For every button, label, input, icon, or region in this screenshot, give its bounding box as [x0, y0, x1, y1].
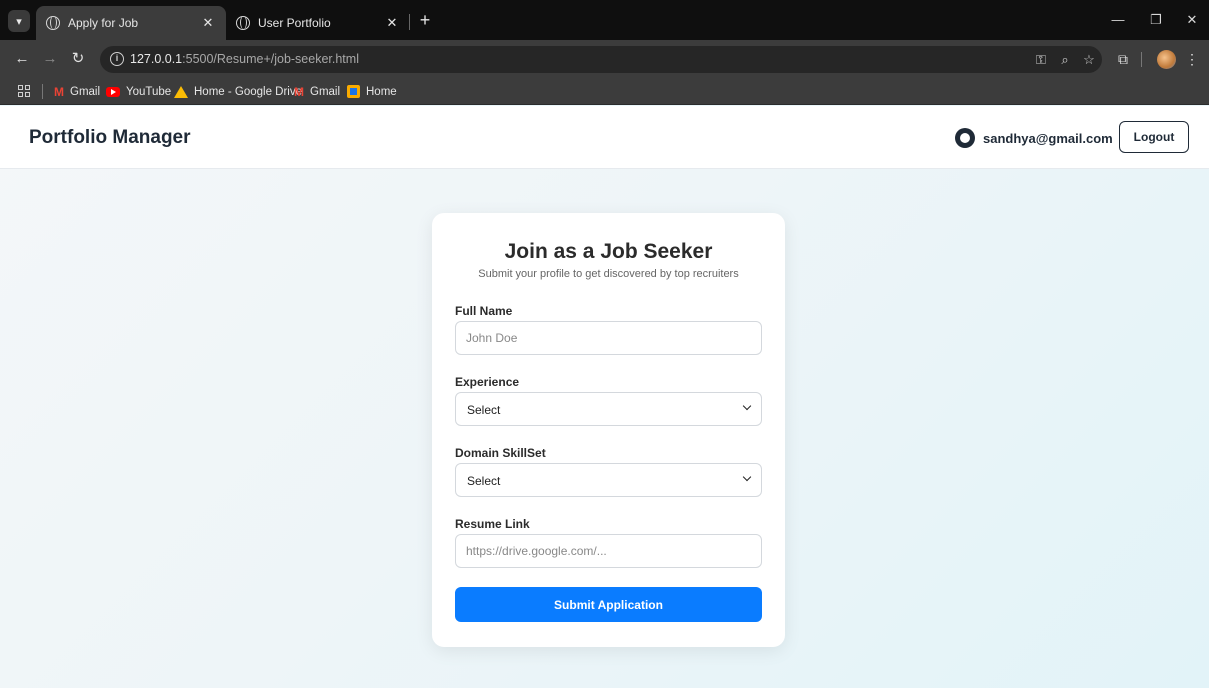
domain-skillset-selected: Select: [467, 474, 501, 488]
experience-select[interactable]: Select: [455, 392, 762, 426]
tab-divider: [409, 14, 410, 30]
bookmark-gmail-2[interactable]: M Gmail: [294, 83, 340, 100]
page-content: Portfolio Manager sandhya@gmail.com Logo…: [0, 106, 1209, 688]
restore-icon[interactable]: ❐: [1141, 8, 1171, 32]
full-name-input[interactable]: [455, 321, 762, 355]
user-icon: [955, 128, 975, 148]
profile-avatar[interactable]: [1157, 50, 1176, 69]
reload-icon[interactable]: ↻: [68, 49, 88, 69]
bookmark-google-drive[interactable]: Home - Google Drive: [174, 83, 302, 100]
site-navbar: Portfolio Manager sandhya@gmail.com Logo…: [0, 106, 1209, 169]
tab-search-icon[interactable]: ▾: [8, 10, 30, 32]
minimize-icon[interactable]: —: [1103, 8, 1133, 32]
resume-link-input[interactable]: [455, 534, 762, 568]
full-name-label: Full Name: [455, 304, 513, 318]
url-host: 127.0.0.1: [130, 52, 183, 66]
bookmarks-divider: [42, 84, 43, 99]
bookmark-star-icon[interactable]: ☆: [1080, 51, 1098, 69]
password-key-icon[interactable]: ⚿: [1032, 51, 1050, 69]
user-info: sandhya@gmail.com: [955, 128, 1113, 148]
close-icon[interactable]: ✕: [198, 15, 218, 31]
forward-icon[interactable]: →: [40, 49, 60, 69]
form-subtitle: Submit your profile to get discovered by…: [478, 268, 739, 280]
chevron-down-icon: [742, 472, 752, 482]
experience-label: Experience: [455, 375, 520, 389]
google-drive-icon: [174, 85, 188, 98]
url-text: 127.0.0.1:5500/Resume+/job-seeker.html: [130, 52, 359, 66]
experience-selected: Select: [467, 403, 501, 417]
extensions-icon[interactable]: ⧉: [1113, 49, 1133, 69]
resume-link-label: Resume Link: [455, 517, 530, 531]
bookmark-label: Gmail: [70, 85, 101, 98]
zoom-icon[interactable]: ⌕: [1056, 51, 1074, 69]
chevron-down-icon: [742, 401, 752, 411]
tab-apply-for-job[interactable]: Apply for Job ✕: [36, 6, 226, 40]
brand-title[interactable]: Portfolio Manager: [29, 127, 191, 149]
globe-icon: [46, 16, 60, 30]
domain-skillset-label: Domain SkillSet: [455, 446, 546, 460]
gmail-icon: M: [54, 84, 64, 99]
bookmarks-bar: M Gmail YouTube Home - Google Drive M Gm…: [0, 78, 1209, 105]
back-icon[interactable]: ←: [12, 49, 32, 69]
domain-skillset-select[interactable]: Select: [455, 463, 762, 497]
info-icon[interactable]: i: [110, 52, 124, 66]
url-path: :5500/Resume+/job-seeker.html: [182, 52, 359, 66]
address-bar[interactable]: i 127.0.0.1:5500/Resume+/job-seeker.html…: [100, 46, 1102, 73]
logout-button[interactable]: Logout: [1119, 121, 1189, 153]
user-email: sandhya@gmail.com: [983, 130, 1113, 146]
tab-title: User Portfolio: [258, 16, 331, 30]
bookmark-gmail[interactable]: M Gmail: [54, 83, 100, 100]
browser-tab-bar: ▾ Apply for Job ✕ User Portfolio ✕ + — ❐…: [0, 0, 1209, 40]
apps-grid-icon[interactable]: [18, 85, 30, 97]
toolbar-divider: [1141, 52, 1142, 67]
bookmark-label: Gmail: [310, 85, 341, 98]
window-close-icon[interactable]: ✕: [1177, 8, 1207, 32]
bookmark-label: Home - Google Drive: [194, 85, 303, 98]
gmail-icon: M: [294, 84, 304, 99]
tab-title: Apply for Job: [68, 16, 139, 30]
submit-application-button[interactable]: Submit Application: [455, 587, 762, 622]
globe-icon: [236, 16, 250, 30]
bookmark-youtube[interactable]: YouTube: [106, 83, 171, 100]
new-tab-icon[interactable]: +: [414, 10, 436, 32]
youtube-icon: [106, 86, 120, 97]
home-icon: [347, 85, 360, 98]
bookmark-home[interactable]: Home: [347, 83, 397, 100]
form-title: Join as a Job Seeker: [504, 240, 713, 263]
close-icon[interactable]: ✕: [382, 15, 402, 31]
bookmark-label: YouTube: [126, 85, 172, 98]
more-menu-icon[interactable]: ⋮: [1182, 49, 1202, 69]
bookmark-label: Home: [366, 85, 397, 98]
browser-toolbar: ← → ↻ i 127.0.0.1:5500/Resume+/job-seeke…: [0, 40, 1209, 78]
tab-user-portfolio[interactable]: User Portfolio ✕: [226, 6, 410, 40]
job-seeker-form-card: Join as a Job Seeker Submit your profile…: [432, 213, 785, 647]
